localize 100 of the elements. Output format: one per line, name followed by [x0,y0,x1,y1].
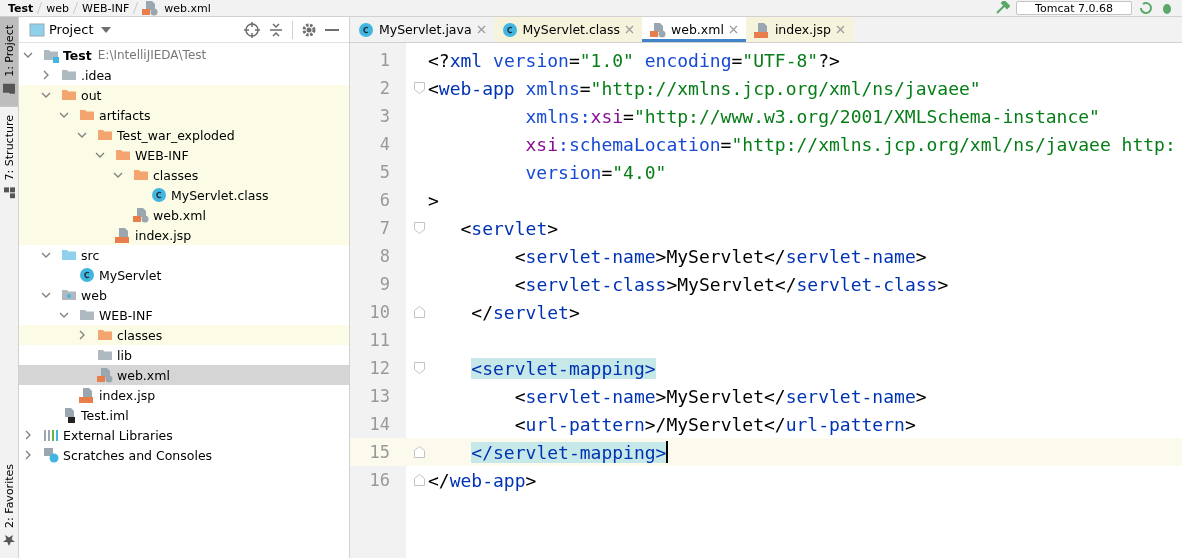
tree-row[interactable]: Test.iml [19,405,349,425]
code-line: > [428,189,439,211]
tree-row[interactable]: Test_war_exploded [19,125,349,145]
tree-item-label: index.jsp [99,387,156,403]
line-number: 5 [378,162,390,182]
breadcrumb-item[interactable]: WEB-INF [82,1,130,15]
crosshair-icon[interactable] [244,21,260,38]
tree-row[interactable]: src [19,245,349,265]
tree-item-label: Scratches and Consoles [63,447,213,463]
tab-label: MyServlet.java [379,22,472,37]
tree-row[interactable]: MyServlet.class [19,185,349,205]
breadcrumb-item[interactable]: web [46,1,70,15]
code-line: </servlet> [470,301,580,323]
close-icon[interactable] [728,25,738,34]
tree-row[interactable]: WEB-INF [19,305,349,325]
tree-item-label: artifacts [99,107,151,123]
structure-icon [3,186,16,199]
tree-row[interactable]: index.jsp [19,225,349,245]
code-line: xsi:schemaLocation="http://xmlns.jcp.org/xml/ns/javaee http: [524,133,1176,155]
folder-icon [97,327,113,343]
tree-item-label: out [81,87,102,103]
tab-label: MyServlet.class [522,22,620,37]
tool-window-button[interactable]: 1: Project [0,17,18,107]
tool-window-button[interactable]: 2: Favorites [0,456,18,558]
class-icon [79,267,95,283]
tree-item-label: .idea [81,67,112,83]
folder-icon [97,347,113,363]
tree-row[interactable]: classes [19,165,349,185]
folder-icon [61,67,77,83]
tree-item-label: src [81,247,100,263]
tree-row[interactable]: out [19,85,349,105]
tree-row[interactable]: classes [19,325,349,345]
window-icon [29,22,45,37]
tab-label: index.jsp [774,22,831,37]
code-line: <web-app xmlns="http://xmlns.jcp.org/xml/ns/javaee" [428,77,981,99]
tree-row[interactable]: WEB-INF [19,145,349,165]
folder-icon [61,87,77,103]
line-number: 2 [378,78,390,98]
tree-row[interactable]: artifacts [19,105,349,125]
folder-icon [133,167,149,183]
folder-icon [79,307,95,323]
close-icon[interactable] [835,25,845,34]
tree-item-label: External Libraries [63,427,173,443]
tree-row[interactable]: web.xml [19,205,349,225]
fold-marker-icon[interactable] [414,446,425,458]
tree-row[interactable]: Test E:\IntelliJIEDA\Test [19,45,349,65]
breadcrumb-item[interactable]: Test [8,1,34,15]
fold-marker-icon[interactable] [414,306,425,318]
tree-row[interactable]: lib [19,345,349,365]
line-number: 15 [368,442,390,462]
tree-row[interactable]: MyServlet [19,265,349,285]
line-number: 3 [378,106,390,126]
tree-row[interactable]: Scratches and Consoles [19,445,349,465]
fold-marker-icon[interactable] [414,362,425,374]
jsp-file-icon [79,387,95,403]
code-line: xmlns:xsi="http://www.w3.org/2001/XMLSchema-instance" [524,105,1100,127]
close-icon[interactable] [476,25,486,34]
editor-tab[interactable]: MyServlet.class [493,17,642,42]
tree-item-label: classes [117,327,163,343]
editor-tab[interactable]: web.xml [642,17,746,42]
editor-tab[interactable]: index.jsp [745,17,853,42]
fold-marker-icon[interactable] [414,82,425,94]
bug-icon[interactable] [1160,1,1174,15]
reload-icon[interactable] [1138,1,1154,15]
tree-item-label: MyServlet [99,267,162,283]
fold-marker-icon[interactable] [414,474,425,486]
hammer-icon[interactable] [994,1,1011,15]
line-number: 14 [368,414,390,434]
line-number: 16 [368,470,390,490]
tree-item-label: classes [153,167,199,183]
tree-row[interactable]: web [19,285,349,305]
tree-row[interactable]: web.xml [19,365,349,385]
tree-item-label: web.xml [153,207,206,223]
close-icon[interactable] [625,25,634,34]
code-line: <servlet-name>MyServlet</servlet-name> [513,385,927,407]
project-view-dropdown[interactable]: Project [49,22,94,37]
collapse-all-icon[interactable] [268,21,284,38]
run-configuration-dropdown[interactable]: Tomcat 7.0.68 [1016,1,1132,15]
fold-marker-icon[interactable] [414,222,425,234]
folder-icon [79,107,95,123]
tree-row[interactable]: .idea [19,65,349,85]
folder-icon [97,127,113,143]
tree-row[interactable]: External Libraries [19,425,349,445]
line-number: 6 [378,190,390,210]
scratches-icon [43,447,59,463]
caret-icon[interactable] [101,26,112,33]
line-number: 9 [378,274,390,294]
jsp-file-icon [753,21,770,38]
class-icon [151,187,167,203]
tree-item-label: Test.iml [81,407,129,423]
settings-icon[interactable] [301,21,317,38]
folder-icon [61,287,77,303]
tree-item-label: WEB-INF [99,307,153,323]
breadcrumb-item[interactable]: web.xml [164,1,211,15]
tree-row[interactable]: index.jsp [19,385,349,405]
tool-window-button[interactable]: 7: Structure [0,106,18,211]
code-line: <url-pattern>/MyServlet</url-pattern> [513,413,916,435]
line-number: 13 [368,386,390,406]
tree-item-label: WEB-INF [135,147,189,163]
tree-item-label: web [81,287,107,303]
